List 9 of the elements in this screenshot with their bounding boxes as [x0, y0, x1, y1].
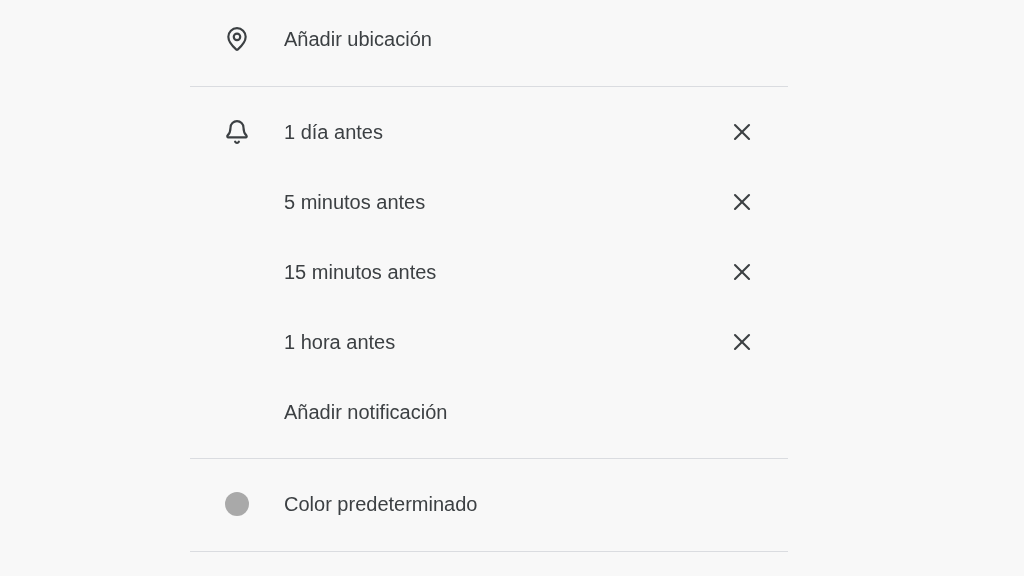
notification-label: 15 minutos antes [284, 260, 438, 285]
location-pin-icon [224, 26, 250, 52]
color-label[interactable]: Color predeterminado [284, 489, 478, 519]
notification-label: 5 minutos antes [284, 190, 427, 215]
add-location-link[interactable]: Añadir ubicación [284, 24, 432, 54]
bell-icon [224, 119, 250, 145]
notification-label: 1 hora antes [284, 330, 397, 355]
add-notification-link[interactable]: Añadir notificación [284, 397, 448, 427]
notification-label: 1 día antes [284, 120, 384, 145]
